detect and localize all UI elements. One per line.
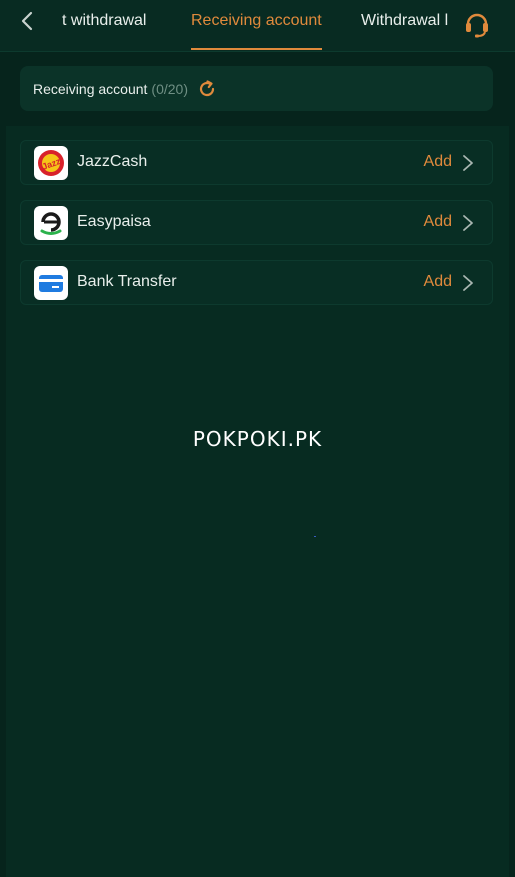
receiving-account-summary: Receiving account (0/20) [20,66,493,111]
tab-receiving-account[interactable]: Receiving account [191,12,322,30]
headset-support-icon[interactable] [462,8,492,38]
site-watermark: POKPOKI.PK [192,427,323,451]
chevron-right-icon [463,155,473,171]
method-name: Easypaisa [77,213,151,230]
add-button[interactable]: Add [424,273,452,291]
chevron-right-icon [463,275,473,291]
method-name: JazzCash [77,153,148,170]
method-row-jazzcash[interactable]: Jazz JazzCash Add [20,140,493,185]
chevron-right-icon [463,215,473,231]
method-name: Bank Transfer [77,273,177,290]
method-row-easypaisa[interactable]: Easypaisa Add [20,200,493,245]
add-button[interactable]: Add [424,213,452,231]
easypaisa-logo-icon [34,206,68,240]
bank-card-icon [34,266,68,300]
jazzcash-logo-icon: Jazz [34,146,68,180]
add-button[interactable]: Add [424,153,452,171]
back-icon[interactable] [16,10,38,32]
refresh-icon[interactable] [197,79,217,99]
tab-withdrawal-record[interactable]: Withdrawal l [361,12,448,30]
tab-withdrawal[interactable]: t withdrawal [62,12,146,30]
account-count: (0/20) [151,80,188,97]
header-area: Receiving account (0/20) [6,52,509,126]
method-row-bank-transfer[interactable]: Bank Transfer Add [20,260,493,305]
loading-dot [314,536,316,537]
top-tab-bar: t withdrawal Receiving account Withdrawa… [0,0,515,52]
summary-title: Receiving account [33,80,148,97]
payment-method-list: Jazz JazzCash Add Easypaisa Add Bank Tra… [20,140,493,320]
active-tab-indicator [191,48,322,50]
